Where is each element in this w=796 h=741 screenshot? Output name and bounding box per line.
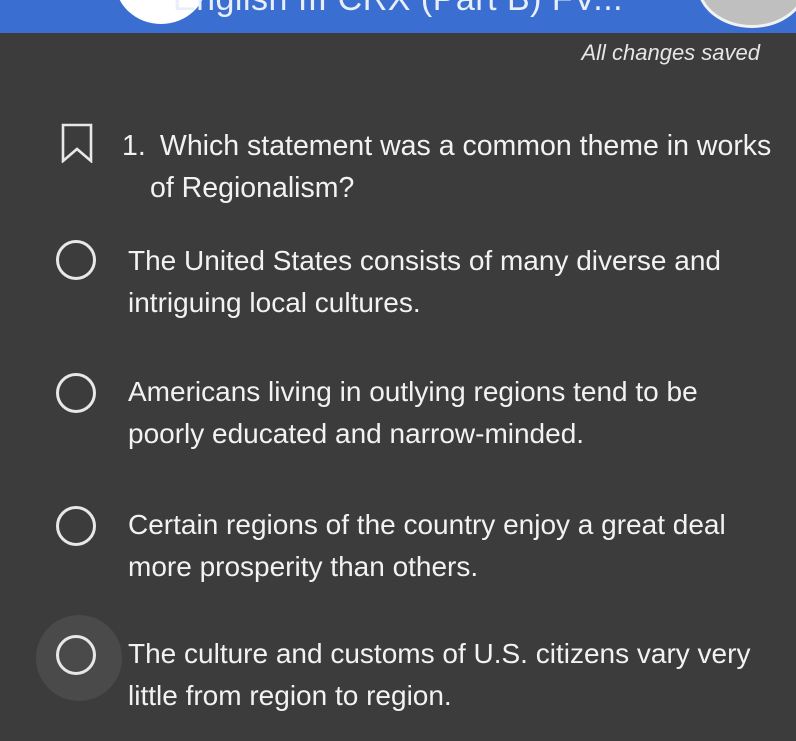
answer-line-2: little from region to region. (128, 680, 452, 711)
radio-circle-icon (56, 373, 96, 413)
radio-button-4[interactable] (36, 615, 122, 701)
question-text: 1. Which statement was a common theme in… (122, 125, 794, 209)
answer-option-text: The culture and customs of U.S. citizens… (128, 633, 788, 717)
page-title: English III CRX (Part B) FV... (0, 0, 796, 19)
radio-circle-icon (56, 635, 96, 675)
question-line-1: Which statement was a common theme in wo… (159, 130, 772, 162)
radio-circle-icon (56, 506, 96, 546)
answer-option-text: The United States consists of many diver… (128, 240, 788, 324)
answer-line-1: The culture and customs of U.S. citizens… (128, 638, 751, 669)
answer-line-2: more prosperity than others. (128, 551, 479, 582)
radio-button-1[interactable] (36, 220, 122, 306)
answer-option-text: Americans living in outlying regions ten… (128, 371, 788, 455)
answer-line-1: Americans living in outlying regions ten… (128, 376, 698, 407)
question-line-2: of Regionalism? (150, 172, 355, 204)
answer-option-text: Certain regions of the country enjoy a g… (128, 504, 788, 588)
answer-line-1: The United States consists of many diver… (128, 245, 721, 276)
answer-line-2: intriguing local cultures. (128, 287, 421, 318)
radio-circle-icon (56, 240, 96, 280)
bookmark-icon[interactable] (60, 123, 94, 163)
radio-button-2[interactable] (36, 353, 122, 439)
top-app-bar: English III CRX (Part B) FV... (0, 0, 796, 33)
radio-button-3[interactable] (36, 486, 122, 572)
answer-line-2: poorly educated and narrow-minded. (128, 418, 585, 449)
answer-line-1: Certain regions of the country enjoy a g… (128, 509, 726, 540)
avatar[interactable] (697, 0, 796, 28)
question-number: 1. (122, 130, 146, 162)
save-status: All changes saved (581, 40, 760, 65)
